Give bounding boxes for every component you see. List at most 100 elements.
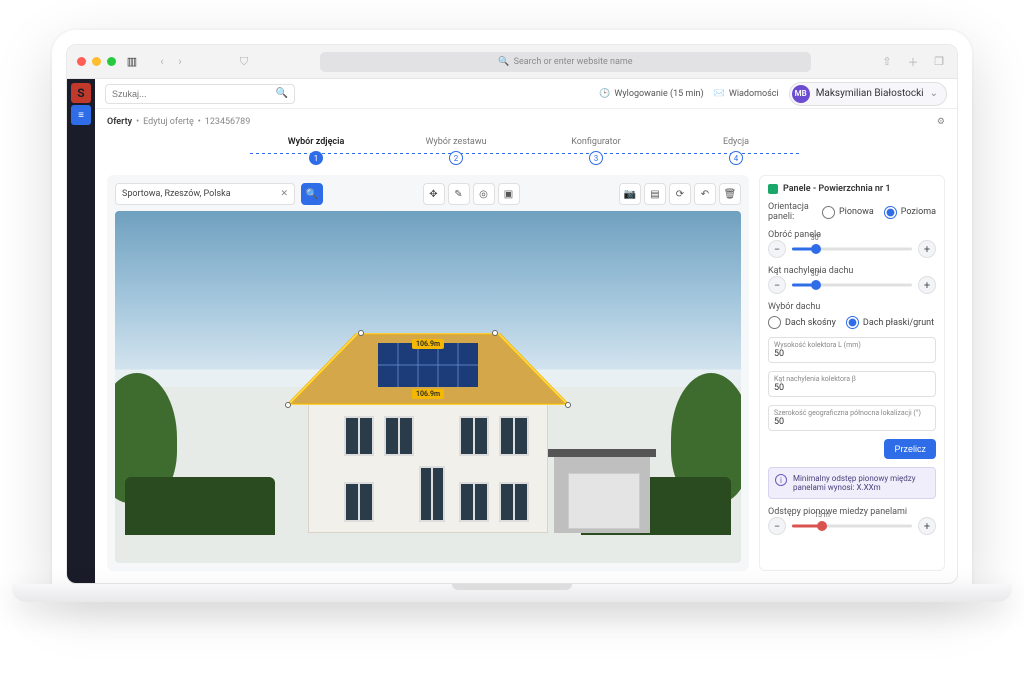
info-text: Minimalny odstęp pionowy między panelami… xyxy=(793,474,929,492)
step-4[interactable]: Edycja 4 xyxy=(666,137,806,165)
measurement-bottom: 106.9m xyxy=(412,389,444,399)
roof-flat-option[interactable]: Dach płaski/grunt xyxy=(846,316,934,329)
step-3-label: Konfigurator xyxy=(571,137,620,147)
search-address-button[interactable]: 🔍 xyxy=(301,183,323,205)
angle-slider[interactable]: 30° xyxy=(792,276,912,294)
tool-refresh[interactable]: ⟳ xyxy=(669,183,691,205)
info-icon: i xyxy=(775,474,787,486)
roof-handle[interactable] xyxy=(285,402,291,408)
content: Sportowa, Rzeszów, Polska ✕ 🔍 ✥ ✎ ◎ ▣ xyxy=(95,175,957,583)
spacing-decrement[interactable]: − xyxy=(768,517,786,535)
roof-slope-option[interactable]: Dach skośny xyxy=(768,316,836,329)
image-canvas[interactable]: 106.9m 106.9m xyxy=(115,211,741,563)
address-input[interactable]: Sportowa, Rzeszów, Polska ✕ xyxy=(115,183,295,205)
canvas-area: Sportowa, Rzeszów, Polska ✕ 🔍 ✥ ✎ ◎ ▣ xyxy=(107,175,749,571)
rotate-decrement[interactable]: − xyxy=(768,240,786,258)
measurement-top: 106.9m xyxy=(412,339,444,349)
rotate-label: Obróć panele xyxy=(768,230,936,240)
share-icon[interactable]: ⇧ xyxy=(879,54,895,70)
orientation-vertical[interactable]: Pionowa xyxy=(822,206,874,219)
clear-address-icon[interactable]: ✕ xyxy=(278,189,290,199)
breadcrumb-edit: Edytuj ofertę xyxy=(143,117,194,127)
user-name: Maksymilian Białostocki xyxy=(816,88,924,99)
new-tab-icon[interactable]: ＋ xyxy=(905,54,921,70)
browser-chrome: ▥ ‹ › ⛉ 🔍 Search or enter website name ⇧… xyxy=(67,45,957,79)
calculate-button[interactable]: Przelicz xyxy=(884,439,936,459)
breadcrumb-id: 123456789 xyxy=(205,117,251,127)
angle-value: 30° xyxy=(811,270,821,278)
step-2[interactable]: Wybór zestawu 2 xyxy=(386,137,526,165)
properties-panel: Panele - Powierzchnia nr 1 Orientacja pa… xyxy=(759,175,945,571)
tool-draw[interactable]: ✎ xyxy=(448,183,470,205)
info-box: i Minimalny odstęp pionowy między panela… xyxy=(768,467,936,499)
step-3[interactable]: Konfigurator 3 xyxy=(526,137,666,165)
url-bar[interactable]: 🔍 Search or enter website name xyxy=(320,52,811,72)
page-settings-icon[interactable]: ⚙ xyxy=(937,117,945,127)
window-controls xyxy=(77,57,116,66)
maximize-window-icon[interactable] xyxy=(107,57,116,66)
rotate-increment[interactable]: + xyxy=(918,240,936,258)
chevron-down-icon: ⌄ xyxy=(930,88,938,99)
tool-pan[interactable]: ✥ xyxy=(423,183,445,205)
tool-delete[interactable]: 🗑 xyxy=(719,183,741,205)
clock-icon: 🕒 xyxy=(599,89,610,99)
search-input[interactable] xyxy=(112,89,276,99)
search-icon[interactable]: 🔍 xyxy=(276,88,288,99)
breadcrumb: Oferty • Edytuj ofertę • 123456789 ⚙ xyxy=(95,109,957,131)
app-main: 🔍 🕒 Wylogowanie (15 min) ✉️ Wiadomości M… xyxy=(95,79,957,583)
spacing-label: Odstępy pionowe miedzy panelami xyxy=(768,507,936,517)
app-logo[interactable]: S xyxy=(71,83,91,103)
close-window-icon[interactable] xyxy=(77,57,86,66)
sidebar-toggle-icon[interactable]: ▥ xyxy=(124,54,140,70)
messages-link[interactable]: ✉️ Wiadomości xyxy=(714,89,779,99)
logout-label: Wylogowanie (15 min) xyxy=(614,89,703,99)
logout-timer[interactable]: 🕒 Wylogowanie (15 min) xyxy=(599,89,703,99)
forward-button[interactable]: › xyxy=(172,54,188,70)
tool-target[interactable]: ◎ xyxy=(473,183,495,205)
step-1[interactable]: Wybór zdjęcia 1 xyxy=(246,137,386,165)
collector-angle-field[interactable]: Kąt nachylenia kolektora β 50 xyxy=(768,371,936,397)
search-glyph-icon: 🔍 xyxy=(498,57,509,67)
url-placeholder: Search or enter website name xyxy=(514,57,633,67)
angle-label: Kąt nachylenia dachu xyxy=(768,266,936,276)
spacing-increment[interactable]: + xyxy=(918,517,936,535)
angle-section: Kąt nachylenia dachu − 30° + xyxy=(768,266,936,294)
panel-title: Panele - Powierzchnia nr 1 xyxy=(768,184,936,194)
laptop-frame: ▥ ‹ › ⛉ 🔍 Search or enter website name ⇧… xyxy=(52,30,972,584)
user-menu[interactable]: MB Maksymilian Białostocki ⌄ xyxy=(789,82,947,106)
spacing-section: Odstępy pionowe miedzy panelami − 15 m + xyxy=(768,507,936,535)
app-sidebar: S ≡ xyxy=(67,79,95,583)
roof-handle[interactable] xyxy=(492,330,498,336)
step-2-label: Wybór zestawu xyxy=(425,137,486,147)
tool-photo[interactable]: 📷 xyxy=(619,183,641,205)
shield-icon[interactable]: ⛉ xyxy=(236,54,252,70)
latitude-field[interactable]: Szerokość geograficzna północna lokaliza… xyxy=(768,405,936,431)
collector-height-field[interactable]: Wysokość kolektora L (mm) 50 xyxy=(768,337,936,363)
global-search[interactable]: 🔍 xyxy=(105,84,295,104)
topbar: 🔍 🕒 Wylogowanie (15 min) ✉️ Wiadomości M… xyxy=(95,79,957,109)
breadcrumb-root[interactable]: Oferty xyxy=(107,117,132,127)
rotate-slider[interactable]: 30° xyxy=(792,240,912,258)
tool-undo[interactable]: ↶ xyxy=(694,183,716,205)
orientation-horizontal[interactable]: Pozioma xyxy=(884,206,936,219)
roof-label: Wybór dachu xyxy=(768,302,936,312)
spacing-value: 15 m xyxy=(814,511,830,519)
minimize-window-icon[interactable] xyxy=(92,57,101,66)
back-button[interactable]: ‹ xyxy=(154,54,170,70)
spacing-slider[interactable]: 15 m xyxy=(792,517,912,535)
tabs-icon[interactable]: ❐ xyxy=(931,54,947,70)
tool-crop[interactable]: ▣ xyxy=(498,183,520,205)
surface-color-swatch xyxy=(768,184,778,194)
messages-label: Wiadomości xyxy=(729,89,779,99)
rotate-section: Obróć panele − 30° + xyxy=(768,230,936,258)
stepper: Wybór zdjęcia 1 Wybór zestawu 2 Konfigur… xyxy=(95,131,957,175)
angle-decrement[interactable]: − xyxy=(768,276,786,294)
sidebar-item-menu[interactable]: ≡ xyxy=(71,105,91,125)
rotate-value: 30° xyxy=(811,234,821,242)
tool-layers[interactable]: ▤ xyxy=(644,183,666,205)
canvas-toolbar: Sportowa, Rzeszów, Polska ✕ 🔍 ✥ ✎ ◎ ▣ xyxy=(115,183,741,205)
roof-handle[interactable] xyxy=(565,402,571,408)
screen: ▥ ‹ › ⛉ 🔍 Search or enter website name ⇧… xyxy=(66,44,958,584)
roof-handle[interactable] xyxy=(358,330,364,336)
angle-increment[interactable]: + xyxy=(918,276,936,294)
